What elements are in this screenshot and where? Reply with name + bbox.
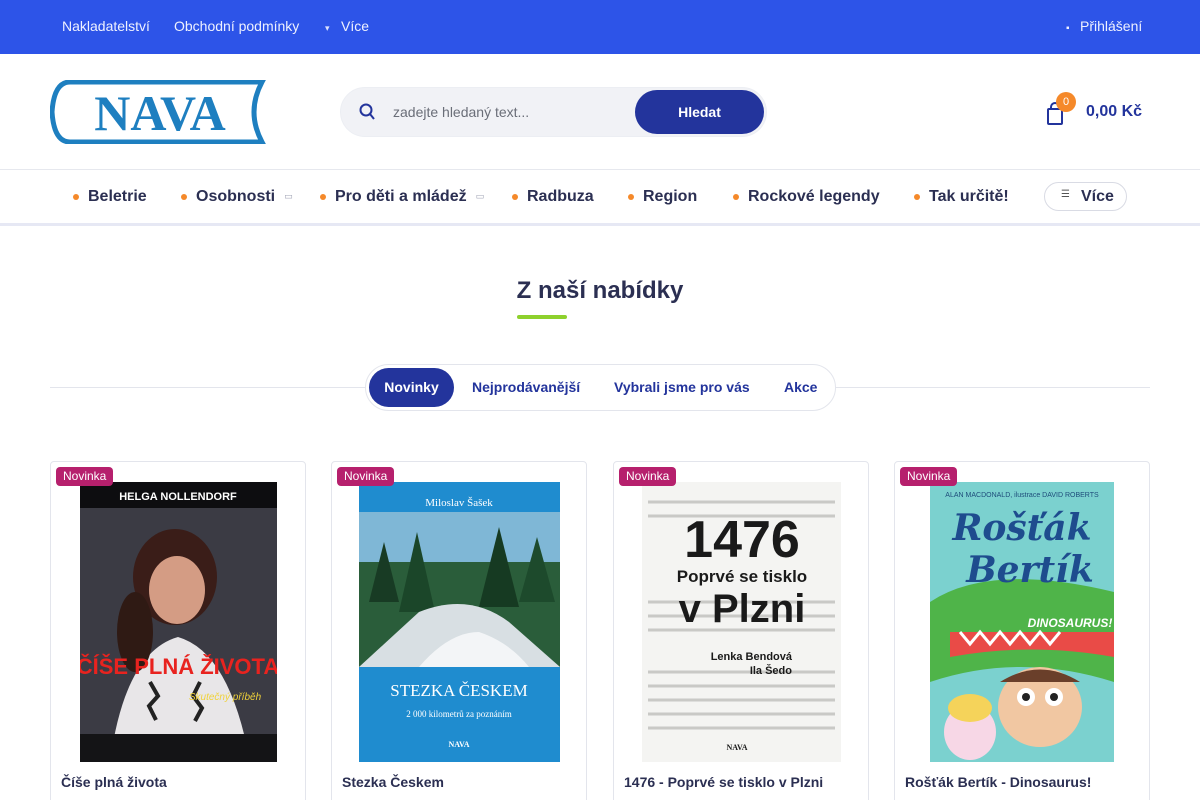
nav-item-radbuza[interactable]: Radbuza (512, 188, 594, 206)
cover-title-a: Rošťák (951, 507, 1091, 549)
nav-item-rockove-legendy[interactable]: Rockové legendy (733, 188, 880, 206)
login-link[interactable]: ▪ Přihlášení (1066, 18, 1142, 34)
cover-author: HELGA NOLLENDORF (119, 491, 237, 503)
bullet-dot (914, 194, 920, 200)
cover-author: Lenka Bendová (711, 651, 793, 663)
nav-item-tak-urcite[interactable]: Tak určitě! (914, 188, 1009, 206)
product-card[interactable]: 1476 Poprvé se tisklo v Plzni Lenka Bend… (613, 461, 869, 800)
book-cover-image[interactable]: HELGA NOLLENDORF ČÍŠE PLNÁ ŽIVOTA Skuteč… (80, 482, 277, 762)
product-name[interactable]: Rošťák Bertík - Dinosaurus! (905, 774, 1091, 790)
cover-title: ČÍŠE PLNÁ ŽIVOTA (80, 654, 277, 679)
product-card[interactable]: Miloslav Šašek STEZKA ČESKEM 2 000 kilom… (331, 461, 587, 800)
tab-novinky[interactable]: Novinky (369, 368, 454, 407)
cover-title: STEZKA ČESKEM (390, 681, 527, 700)
badge-new: Novinka (619, 467, 677, 486)
cover-author: Miloslav Šašek (425, 497, 493, 509)
product-name[interactable]: Stezka Českem (342, 774, 444, 790)
topbar-link-publisher[interactable]: Nakladatelství (62, 18, 150, 34)
book-cover-image[interactable]: 1476 Poprvé se tisklo v Plzni Lenka Bend… (642, 482, 841, 762)
cover-subtitle: Skutečný příběh (189, 692, 262, 703)
cover-author: ALAN MACDONALD, ilustrace DAVID ROBERTS (945, 492, 1099, 499)
product-name[interactable]: 1476 - Poprvé se tisklo v Plzni (624, 774, 823, 790)
search-button[interactable]: Hledat (635, 90, 764, 134)
tab-vybrali-jsme[interactable]: Vybrali jsme pro vás (614, 368, 750, 407)
book-cover-image[interactable]: ALAN MACDONALD, ilustrace DAVID ROBERTS … (930, 482, 1114, 762)
cover-title-b: Bertík (965, 549, 1094, 591)
chevron-down-icon: ▭ (475, 191, 485, 201)
bullet-dot (628, 194, 634, 200)
product-card[interactable]: ALAN MACDONALD, ilustrace DAVID ROBERTS … (894, 461, 1150, 800)
bullet-dot (181, 194, 187, 200)
chevron-down-icon: ▭ (284, 191, 293, 201)
bullet-dot (73, 194, 79, 200)
cover-publisher: NAVA (448, 740, 469, 749)
product-name[interactable]: Číše plná života (61, 774, 167, 790)
nav-more-button[interactable]: ☰ Více (1044, 182, 1127, 211)
product-tabs: Novinky Nejprodávanější Vybrali jsme pro… (365, 364, 836, 411)
cart-amount: 0,00 Kč (1086, 103, 1143, 120)
bullet-dot (320, 194, 326, 200)
topbar-link-terms[interactable]: Obchodní podmínky (174, 18, 299, 34)
search-icon[interactable] (359, 102, 375, 122)
cover-title-year: 1476 (684, 511, 800, 569)
header: NAVA Hledat 0 0,00 Kč (0, 54, 1200, 170)
bullet-dot (512, 194, 518, 200)
nav-item-region[interactable]: Region (628, 188, 697, 206)
tab-akce[interactable]: Akce (784, 368, 817, 407)
login-label: Přihlášení (1080, 18, 1143, 34)
cart[interactable]: 0 0,00 Kč (1046, 92, 1166, 128)
section-title: Z naší nabídky (516, 277, 684, 304)
nava-logo-graphic: NAVA (49, 79, 267, 145)
cover-subtitle: 2 000 kilometrů za poznáním (406, 709, 511, 719)
cart-count-badge: 0 (1056, 92, 1076, 112)
menu-icon: ☰ (1061, 189, 1070, 200)
badge-new: Novinka (900, 467, 958, 486)
cover-title-middle: Poprvé se tisklo (677, 567, 807, 586)
svg-text:NAVA: NAVA (94, 85, 226, 141)
nav-item-osobnosti[interactable]: Osobnosti ▭ (181, 188, 293, 206)
tab-nejprodavanejsi[interactable]: Nejprodávanější (472, 368, 580, 407)
search-input[interactable] (393, 100, 633, 124)
topbar-more-label: Více (341, 18, 370, 34)
bullet-dot (733, 194, 739, 200)
cover-publisher: NAVA (726, 743, 747, 752)
chevron-down-icon: ▾ (325, 23, 330, 33)
cover-author-2: Ila Šedo (750, 664, 792, 677)
top-bar: Nakladatelství Obchodní podmínky ▾ Více ▪… (0, 0, 1200, 54)
nav-item-pro-deti[interactable]: Pro děti a mládež ▭ (320, 188, 484, 206)
user-icon: ▪ (1066, 23, 1070, 34)
search-bar: Hledat (340, 87, 767, 137)
cover-title-end: v Plzni (679, 587, 806, 631)
badge-new: Novinka (337, 467, 395, 486)
product-card[interactable]: HELGA NOLLENDORF ČÍŠE PLNÁ ŽIVOTA Skuteč… (50, 461, 306, 800)
nav-item-beletrie[interactable]: Beletrie (73, 188, 147, 206)
site-logo[interactable]: NAVA (49, 79, 270, 145)
topbar-more-menu[interactable]: ▾ Více (325, 18, 369, 34)
book-cover-image[interactable]: Miloslav Šašek STEZKA ČESKEM 2 000 kilom… (359, 482, 560, 762)
badge-new: Novinka (56, 467, 114, 486)
title-underline (517, 315, 567, 319)
category-nav: Beletrie Osobnosti ▭ Pro děti a mládež ▭ R… (0, 170, 1200, 226)
cover-subtitle: DINOSAURUS! (1028, 616, 1113, 630)
